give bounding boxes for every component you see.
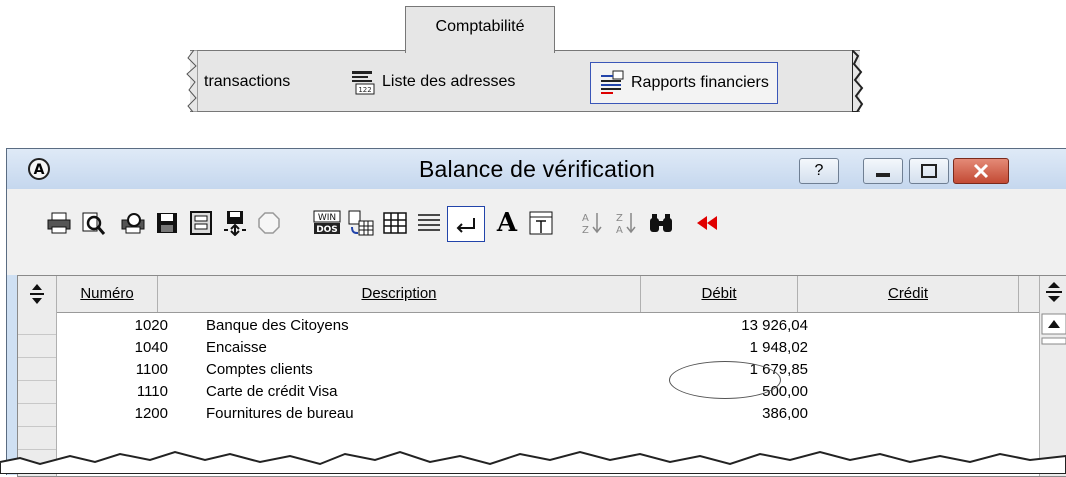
stop-button[interactable]: [255, 209, 283, 237]
torn-edge-right: [852, 50, 864, 112]
torn-edge-bottom: [0, 450, 1066, 474]
cell-numero: 1020: [134, 317, 168, 334]
toolbar: WIN DOS A A Z Z A: [7, 189, 1066, 275]
table-row[interactable]: 1100 Comptes clients 1 679,85: [58, 359, 1028, 381]
sort-az-icon: A Z: [582, 213, 602, 236]
find-icon: [650, 214, 672, 232]
table-row[interactable]: 1040 Encaisse 1 948,02: [58, 337, 1028, 359]
highlight-circle: [669, 361, 781, 399]
tab-rapports-financiers[interactable]: Rapports financiers: [590, 62, 778, 104]
export-button[interactable]: [347, 209, 375, 237]
win-dos-icon: WIN DOS: [313, 210, 341, 235]
return-button[interactable]: [447, 206, 485, 242]
column-text-icon: [529, 211, 553, 235]
return-icon: [456, 218, 475, 233]
save-button[interactable]: [153, 209, 181, 237]
svg-text:A: A: [582, 213, 589, 224]
print-setup-icon: [121, 213, 145, 234]
print-icon: [47, 212, 71, 234]
minimize-icon: [876, 173, 890, 177]
financial-report-icon: [599, 70, 625, 96]
close-icon: [973, 163, 989, 179]
svg-text:Z: Z: [582, 225, 589, 236]
cell-description: Carte de crédit Visa: [206, 383, 338, 400]
cell-description: Comptes clients: [206, 361, 313, 378]
cell-description: Encaisse: [206, 339, 267, 356]
tab-transactions[interactable]: transactions: [204, 60, 290, 104]
table-row[interactable]: 1200 Fournitures de bureau 386,00: [58, 403, 1028, 425]
back-icon: [697, 216, 717, 230]
table-row[interactable]: 1020 Banque des Citoyens 13 926,04: [58, 315, 1028, 337]
scroll-arrows-icon: [1041, 282, 1066, 345]
window-title: Balance de vérification: [418, 156, 655, 182]
cell-debit: 1 948,02: [749, 339, 808, 356]
svg-text:DOS: DOS: [316, 225, 338, 235]
preview-icon: [82, 212, 106, 235]
report-table: Numéro Description Débit Crédit 1020 Ban…: [17, 275, 1066, 477]
maximize-button[interactable]: [909, 158, 949, 184]
columns-button[interactable]: [187, 209, 215, 237]
torn-edge-left: [186, 50, 198, 112]
close-button[interactable]: [953, 158, 1009, 184]
sort-ascending-button[interactable]: A Z: [579, 209, 607, 237]
tab-transactions-label: transactions: [204, 73, 291, 90]
save-move-icon: [224, 211, 246, 236]
cell-description: Fournitures de bureau: [206, 405, 354, 422]
print-preview-button[interactable]: [79, 209, 107, 237]
tab-rapports-financiers-label: Rapports financiers: [631, 74, 769, 91]
column-header-numero[interactable]: Numéro: [57, 276, 158, 312]
back-button[interactable]: [693, 209, 721, 237]
help-icon: ?: [814, 162, 824, 179]
cell-numero: 1200: [134, 405, 168, 422]
column-header-debit[interactable]: Débit: [641, 276, 798, 312]
table-row[interactable]: 1110 Carte de crédit Visa 500,00: [58, 381, 1028, 403]
column-header-description[interactable]: Description: [158, 276, 641, 312]
cell-description: Banque des Citoyens: [206, 317, 349, 334]
lines-button[interactable]: [415, 209, 443, 237]
stop-icon: [258, 212, 280, 234]
sort-descending-button[interactable]: Z A: [613, 209, 641, 237]
title-bar: A Balance de vérification ?: [7, 149, 1066, 189]
report-window: A Balance de vérification ? WIN DOS A A …: [6, 148, 1066, 477]
tab-comptabilite[interactable]: Comptabilité: [405, 6, 555, 53]
column-header-credit[interactable]: Crédit: [798, 276, 1019, 312]
vertical-scrollbar[interactable]: [1039, 276, 1066, 476]
table-header: Numéro Description Débit Crédit: [18, 276, 1066, 313]
save-icon: [157, 213, 177, 233]
cell-debit: 13 926,04: [741, 317, 808, 334]
cell-numero: 1040: [134, 339, 168, 356]
tab-comptabilite-label: Comptabilité: [435, 18, 525, 35]
sort-za-icon: Z A: [616, 213, 636, 236]
grid-icon: [383, 212, 407, 234]
win-dos-button[interactable]: WIN DOS: [313, 209, 341, 237]
columns-icon: [190, 211, 212, 235]
lines-icon: [418, 214, 440, 231]
print-setup-button[interactable]: [119, 209, 147, 237]
cell-numero: 1110: [136, 383, 168, 400]
cell-debit: 386,00: [762, 405, 808, 422]
svg-text:WIN: WIN: [318, 213, 336, 223]
minimize-button[interactable]: [863, 158, 903, 184]
help-button[interactable]: ?: [799, 158, 839, 184]
tab-liste-adresses[interactable]: 122 Liste des adresses: [350, 60, 515, 104]
save-move-button[interactable]: [221, 209, 249, 237]
font-icon: A: [496, 208, 518, 238]
cell-numero: 1100: [135, 361, 168, 378]
updown-arrows-icon: [30, 284, 44, 304]
svg-text:Z: Z: [616, 213, 623, 224]
find-button[interactable]: [647, 209, 675, 237]
row-resize-handle[interactable]: [18, 276, 57, 312]
font-button[interactable]: A: [493, 208, 521, 238]
svg-text:122: 122: [358, 86, 371, 94]
address-list-icon: 122: [350, 69, 376, 95]
print-button[interactable]: [45, 209, 73, 237]
export-icon: [348, 210, 374, 236]
svg-text:A: A: [616, 225, 623, 236]
tab-liste-adresses-label: Liste des adresses: [382, 73, 516, 90]
grid-button[interactable]: [381, 209, 409, 237]
maximize-icon: [921, 164, 937, 178]
column-text-button[interactable]: [527, 209, 555, 237]
